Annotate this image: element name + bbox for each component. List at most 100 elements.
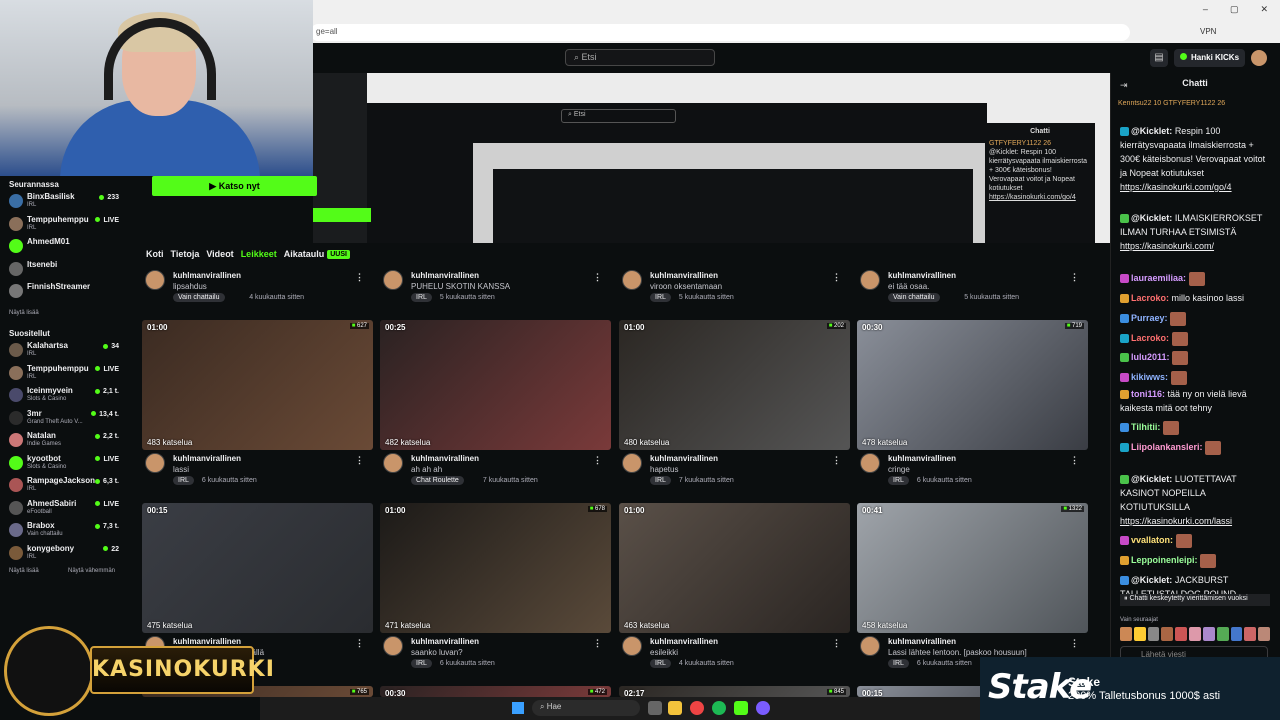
- more-options-icon[interactable]: ⋮: [1070, 272, 1079, 283]
- task-view-icon[interactable]: [648, 701, 662, 715]
- clip-title[interactable]: ah ah ah: [411, 465, 442, 474]
- clip-thumbnail[interactable]: 00:41 458 katselua ■ 1322: [857, 503, 1088, 633]
- sidebar-channel[interactable]: BinxBasilisk IRL 233: [0, 191, 130, 211]
- sidebar-channel[interactable]: Temppuhemppu IRL LIVE: [0, 363, 130, 383]
- chat-username[interactable]: Leppoinenleipi:: [1131, 555, 1198, 565]
- clip-category-tag[interactable]: IRL: [173, 476, 194, 485]
- clip-category-tag[interactable]: Chat Roulette: [411, 476, 464, 485]
- clip-channel[interactable]: kuhlmanvirallinen: [888, 637, 956, 646]
- tab-about[interactable]: Tietoja: [171, 249, 200, 259]
- clip-category-tag[interactable]: IRL: [650, 659, 671, 668]
- clip-channel[interactable]: kuhlmanvirallinen: [173, 271, 241, 280]
- show-less-link[interactable]: Näytä vähemmän: [68, 568, 115, 574]
- tab-home[interactable]: Koti: [146, 249, 164, 259]
- more-options-icon[interactable]: ⋮: [832, 638, 841, 649]
- channel-avatar[interactable]: [383, 270, 403, 290]
- chat-username[interactable]: lauraemiliaa:: [1131, 273, 1186, 283]
- chat-username[interactable]: @Kicklet:: [1131, 213, 1172, 223]
- emote-icon[interactable]: [1202, 627, 1215, 641]
- clip-channel[interactable]: kuhlmanvirallinen: [650, 271, 718, 280]
- clip-thumbnail[interactable]: 00:15 475 katselua: [142, 503, 373, 633]
- clip-channel[interactable]: kuhlmanvirallinen: [888, 271, 956, 280]
- clip-category-tag[interactable]: IRL: [888, 476, 909, 485]
- taskbar-search[interactable]: ⌕ Hae: [532, 700, 640, 716]
- gift-icon[interactable]: ▤: [1150, 49, 1168, 67]
- chat-username[interactable]: @Kicklet:: [1131, 575, 1172, 585]
- clip-thumbnail[interactable]: 01:00 471 katselua ■ 678: [380, 503, 611, 633]
- emote-icon[interactable]: [1147, 627, 1160, 641]
- more-options-icon[interactable]: ⋮: [355, 272, 364, 283]
- vpn-badge[interactable]: VPN: [1200, 27, 1216, 36]
- kick-app-icon[interactable]: [734, 701, 748, 715]
- more-options-icon[interactable]: ⋮: [593, 272, 602, 283]
- more-options-icon[interactable]: ⋮: [1070, 455, 1079, 466]
- chat-username[interactable]: lulu2011:: [1131, 352, 1170, 362]
- clip-category-tag[interactable]: IRL: [888, 659, 909, 668]
- emote-icon[interactable]: [1175, 627, 1188, 641]
- tab-clips[interactable]: Leikkeet: [241, 249, 277, 259]
- clip-category-tag[interactable]: Vain chattailu: [173, 293, 225, 302]
- chat-username[interactable]: Lacroko:: [1131, 293, 1169, 303]
- clip-category-tag[interactable]: Vain chattailu: [888, 293, 940, 302]
- clip-thumbnail[interactable]: 01:00 463 katselua: [619, 503, 850, 633]
- emote-icon[interactable]: [1258, 627, 1270, 641]
- search-input[interactable]: ⌕ Etsi: [565, 49, 715, 66]
- sidebar-channel[interactable]: Itsenebi: [0, 259, 130, 279]
- clip-title[interactable]: Lassi lähtee lentoon. [paskoo housuun]: [888, 648, 1027, 657]
- clip-thumbnail[interactable]: 02:17 ■ 845: [619, 686, 850, 697]
- more-options-icon[interactable]: ⋮: [355, 638, 364, 649]
- more-options-icon[interactable]: ⋮: [832, 272, 841, 283]
- channel-avatar[interactable]: [622, 636, 642, 656]
- clip-title[interactable]: cringe: [888, 465, 910, 474]
- sidebar-channel[interactable]: Natalan Indie Games 2,2 t.: [0, 430, 130, 450]
- clip-category-tag[interactable]: IRL: [650, 293, 671, 302]
- clip-channel[interactable]: kuhlmanvirallinen: [650, 454, 718, 463]
- browser-app-icon[interactable]: [690, 701, 704, 715]
- clip-category-tag[interactable]: IRL: [411, 293, 432, 302]
- sidebar-channel[interactable]: RampageJackson IRL 6,3 t.: [0, 475, 130, 495]
- clip-title[interactable]: hapetus: [650, 465, 678, 474]
- emote-icon[interactable]: [1189, 627, 1201, 641]
- channel-avatar[interactable]: [145, 270, 165, 290]
- maximize-button[interactable]: ▢: [1230, 4, 1239, 15]
- channel-avatar[interactable]: [145, 453, 165, 473]
- windows-start-icon[interactable]: [512, 702, 524, 714]
- emote-icon[interactable]: [1133, 627, 1146, 641]
- clip-title[interactable]: lassi: [173, 465, 189, 474]
- close-button[interactable]: ✕: [1260, 4, 1268, 15]
- clip-category-tag[interactable]: IRL: [411, 659, 432, 668]
- chat-username[interactable]: Tilhitii:: [1131, 422, 1160, 432]
- more-options-icon[interactable]: ⋮: [1070, 638, 1079, 649]
- clip-thumbnail[interactable]: 00:30 ■ 472: [380, 686, 611, 697]
- clip-title[interactable]: ei tää osaa.: [888, 282, 929, 291]
- clip-channel[interactable]: kuhlmanvirallinen: [650, 637, 718, 646]
- clip-thumbnail[interactable]: 01:00 480 katselua ■ 202: [619, 320, 850, 450]
- more-options-icon[interactable]: ⋮: [593, 638, 602, 649]
- discord-icon[interactable]: [756, 701, 770, 715]
- chat-username[interactable]: toni116:: [1131, 389, 1165, 399]
- sidebar-channel[interactable]: kyootbot Slots & Casino LIVE: [0, 453, 130, 473]
- sidebar-channel[interactable]: Kalahartsa IRL 34: [0, 340, 130, 360]
- clip-title[interactable]: lipsahdus: [173, 282, 207, 291]
- sidebar-channel[interactable]: Temppuhemppu IRL LIVE: [0, 214, 130, 234]
- clip-channel[interactable]: kuhlmanvirallinen: [173, 454, 241, 463]
- clip-title[interactable]: viroon oksentamaan: [650, 282, 722, 291]
- channel-avatar[interactable]: [860, 270, 880, 290]
- channel-avatar[interactable]: [622, 270, 642, 290]
- chat-username[interactable]: kikiwws:: [1131, 372, 1168, 382]
- clip-thumbnail[interactable]: 01:00 483 katselua ■ 627: [142, 320, 373, 450]
- sidebar-channel[interactable]: AhmedM01: [0, 236, 130, 256]
- chat-username[interactable]: vvallaton:: [1131, 535, 1173, 545]
- sidebar-channel[interactable]: Iceinmyvein Slots & Casino 2,1 t.: [0, 385, 130, 405]
- clip-thumbnail[interactable]: 00:30 478 katselua ■ 719: [857, 320, 1088, 450]
- sidebar-channel[interactable]: 3mr Grand Theft Auto V... 13,4 t.: [0, 408, 130, 428]
- user-avatar[interactable]: [1251, 50, 1268, 66]
- minimize-button[interactable]: –: [1203, 4, 1208, 15]
- channel-avatar[interactable]: [622, 453, 642, 473]
- chat-paused-banner[interactable]: ⏸ Chatti keskeytetty vierittämisen vuoks…: [1120, 594, 1270, 606]
- more-options-icon[interactable]: ⋮: [832, 455, 841, 466]
- file-explorer-icon[interactable]: [668, 701, 682, 715]
- chat-username[interactable]: Liipolankansleri:: [1131, 442, 1203, 452]
- clip-channel[interactable]: kuhlmanvirallinen: [888, 454, 956, 463]
- chat-link[interactable]: https://kasinokurki.com/: [1120, 241, 1214, 251]
